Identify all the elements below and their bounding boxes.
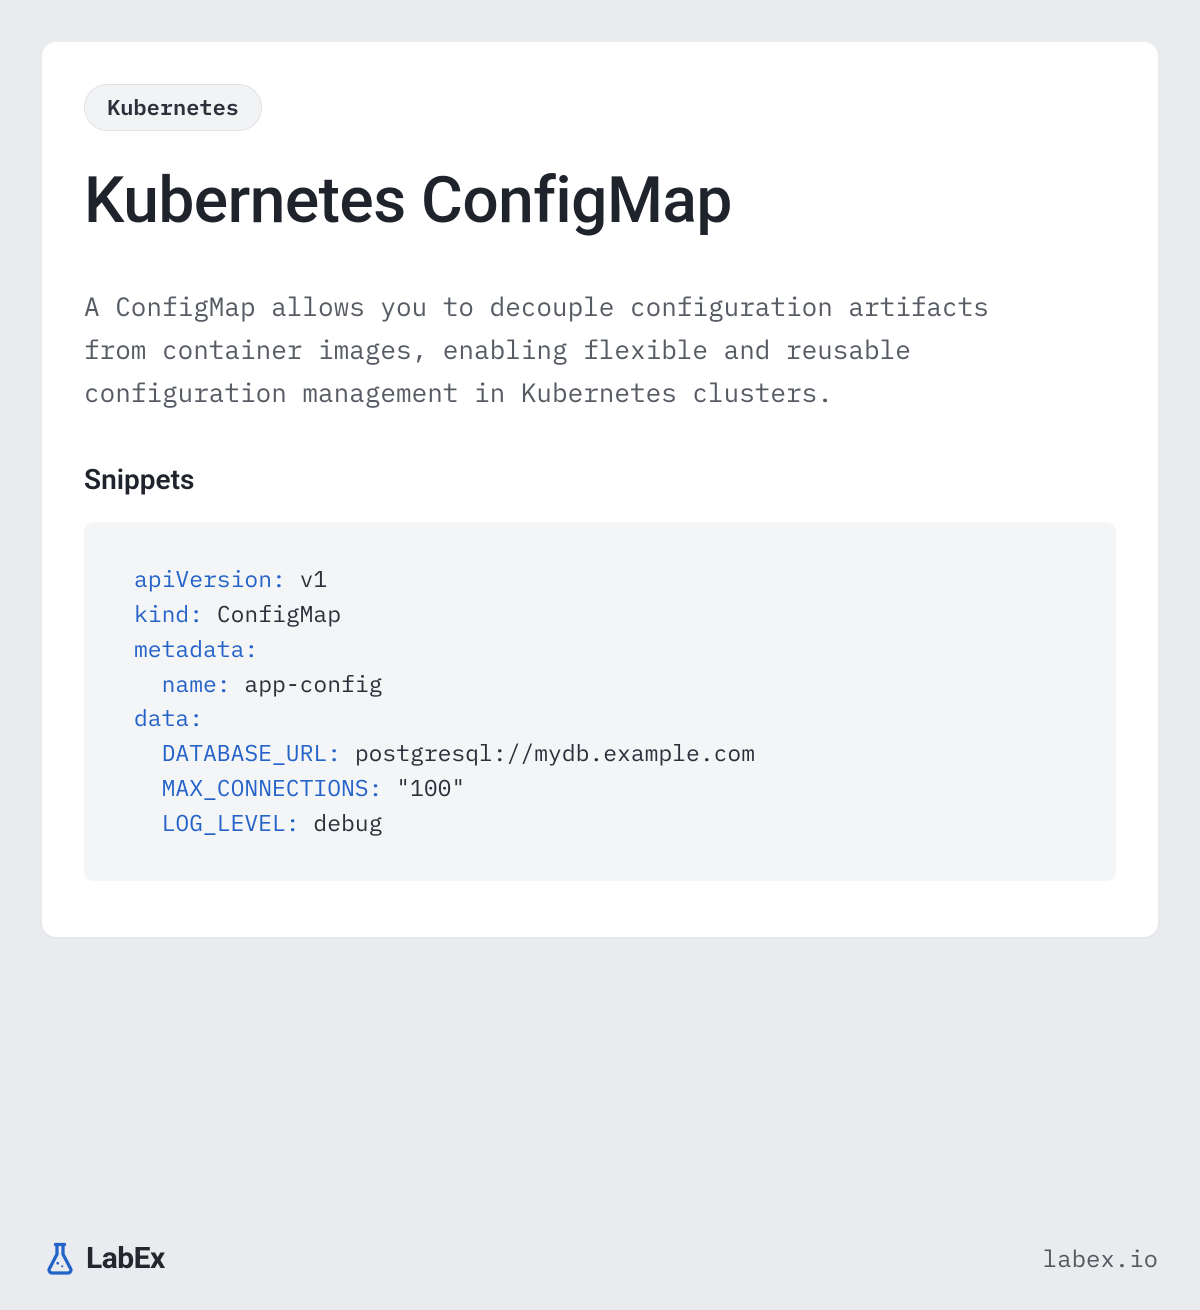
category-tag[interactable]: Kubernetes — [84, 84, 262, 131]
brand-name: LabEx — [86, 1241, 165, 1276]
page-title: Kubernetes ConfigMap — [84, 163, 1116, 238]
brand-url[interactable]: labex.io — [1043, 1242, 1158, 1274]
footer: LabEx labex.io — [42, 1240, 1158, 1276]
snippets-heading: Snippets — [84, 463, 1116, 496]
flask-icon — [42, 1240, 78, 1276]
content-card: Kubernetes Kubernetes ConfigMap A Config… — [42, 42, 1158, 937]
page-description: A ConfigMap allows you to decouple confi… — [84, 286, 1004, 415]
brand-logo[interactable]: LabEx — [42, 1240, 165, 1276]
code-snippet[interactable]: apiVersion: v1 kind: ConfigMap metadata:… — [84, 522, 1116, 882]
